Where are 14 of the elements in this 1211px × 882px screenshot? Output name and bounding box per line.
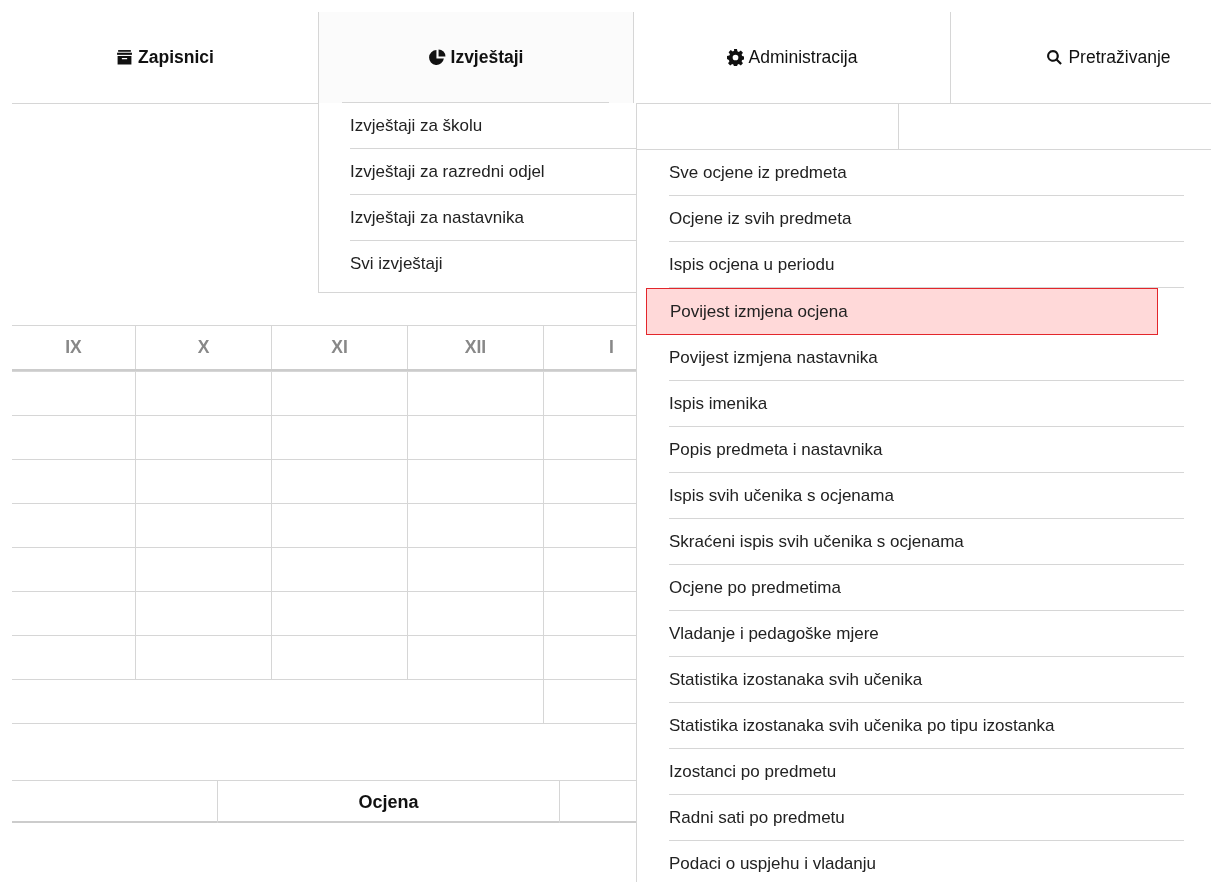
column-header: XII — [407, 326, 543, 369]
nav-tab[interactable]: Pretraživanje — [950, 12, 1211, 104]
column-header: X — [135, 326, 271, 369]
archive-box-icon — [116, 49, 134, 66]
submenu-item[interactable]: Povijest izmjena ocjena — [646, 288, 1158, 335]
nav-tab[interactable]: Izvještaji — [318, 12, 634, 104]
gear-icon — [726, 49, 744, 66]
nav-tab[interactable]: Administracija — [634, 12, 950, 104]
column-header: XI — [271, 326, 407, 369]
search-icon — [1046, 49, 1064, 66]
column-header: IX — [64, 336, 83, 360]
column-header: Ocjena — [217, 781, 559, 823]
nav-tab[interactable]: Zapisnici — [12, 12, 318, 104]
pie-chart-icon — [428, 49, 446, 66]
